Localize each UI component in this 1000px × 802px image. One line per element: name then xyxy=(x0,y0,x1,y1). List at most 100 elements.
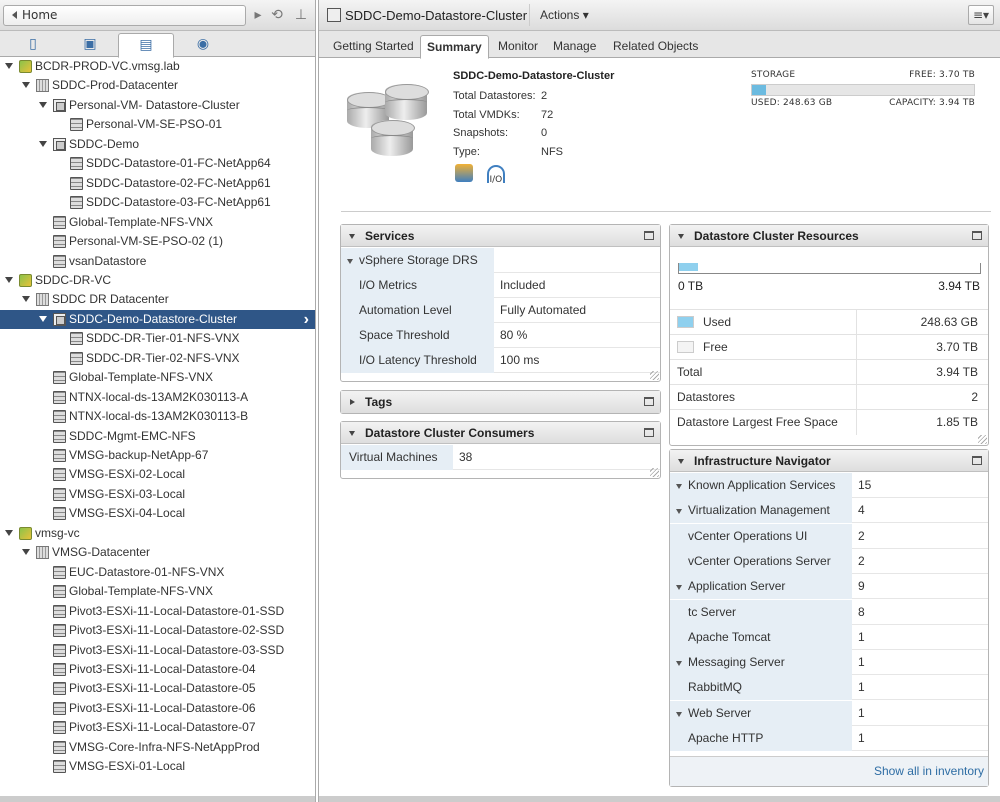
tree-node[interactable]: Pivot3-ESXi-11-Local-Datastore-02-SSD xyxy=(0,621,315,640)
datastore-icon xyxy=(53,682,66,696)
tree-node[interactable]: SDDC-DR-Tier-01-NFS-VNX xyxy=(0,329,315,348)
expand-icon[interactable] xyxy=(676,585,682,591)
tree-node[interactable]: vsanDatastore xyxy=(0,252,315,271)
resize-handle[interactable] xyxy=(650,371,659,380)
resize-handle[interactable] xyxy=(978,435,987,444)
expand-twisty-icon[interactable] xyxy=(5,63,13,69)
maximize-icon[interactable] xyxy=(972,456,982,465)
home-breadcrumb-button[interactable]: Home xyxy=(3,5,246,26)
services-header[interactable]: Services xyxy=(341,225,660,247)
services-value: 100 ms xyxy=(500,353,540,367)
tree-node[interactable]: SDDC-Datastore-01-FC-NetApp64 xyxy=(0,154,315,173)
expand-icon[interactable] xyxy=(676,661,682,667)
forward-icon[interactable]: ▸ xyxy=(249,6,267,24)
infra-row[interactable]: Virtualization Management 4 xyxy=(670,498,988,524)
infra-row[interactable]: Application Server 9 xyxy=(670,574,988,600)
actions-menu-button[interactable]: Actions ▾ xyxy=(529,4,599,26)
expand-icon[interactable] xyxy=(676,509,682,515)
consumers-value[interactable]: 38 xyxy=(453,445,472,470)
tree-node[interactable]: VMSG-ESXi-01-Local xyxy=(0,757,315,776)
tree-node[interactable]: Pivot3-ESXi-11-Local-Datastore-06 xyxy=(0,699,315,718)
maximize-icon[interactable] xyxy=(644,428,654,437)
expand-twisty-icon[interactable] xyxy=(5,276,13,283)
tree-node[interactable]: Personal-VM- Datastore-Cluster xyxy=(0,96,315,115)
tree-node[interactable]: SDDC-Datastore-03-FC-NetApp61 xyxy=(0,193,315,212)
tree-node[interactable]: SDDC-Demo-Datastore-Cluster › xyxy=(0,309,315,329)
tree-node[interactable]: Pivot3-ESXi-11-Local-Datastore-04 xyxy=(0,660,315,679)
summary-header: SDDC-Demo-Datastore-Cluster Total Datast… xyxy=(319,58,1000,208)
expand-twisty-icon[interactable] xyxy=(22,82,30,89)
tree-node[interactable]: SDDC-Prod-Datacenter xyxy=(0,76,315,95)
consumers-header[interactable]: Datastore Cluster Consumers xyxy=(341,422,660,444)
vms-templates-tab-icon[interactable]: ▣ xyxy=(62,33,118,57)
collapse-icon[interactable] xyxy=(349,234,355,239)
services-group-row[interactable]: vSphere Storage DRS xyxy=(341,248,660,273)
tree-node[interactable]: VMSG-backup-NetApp-67 xyxy=(0,446,315,465)
maximize-icon[interactable] xyxy=(972,231,982,240)
collapse-icon[interactable] xyxy=(678,234,684,239)
expand-twisty-icon[interactable] xyxy=(39,315,47,322)
tree-node[interactable]: SDDC DR Datacenter xyxy=(0,290,315,309)
tree-node[interactable]: VMSG-Datacenter xyxy=(0,543,315,562)
collapse-icon[interactable] xyxy=(678,459,684,464)
expand-twisty-icon[interactable] xyxy=(39,101,47,108)
expand-twisty-icon[interactable] xyxy=(5,529,13,536)
tab-summary[interactable]: Summary xyxy=(420,35,489,59)
tree-node[interactable]: Personal-VM-SE-PSO-02 (1) xyxy=(0,232,315,251)
history-icon[interactable]: ⟲ xyxy=(268,6,286,24)
column-separator xyxy=(856,360,857,385)
hosts-clusters-tab-icon[interactable]: ▯ xyxy=(5,33,61,57)
tree-node[interactable]: NTNX-local-ds-13AM2K030113-B xyxy=(0,407,315,426)
tree-node[interactable]: Global-Template-NFS-VNX xyxy=(0,582,315,601)
tree-node[interactable]: EUC-Datastore-01-NFS-VNX xyxy=(0,563,315,582)
tree-node[interactable]: Global-Template-NFS-VNX xyxy=(0,213,315,232)
infra-row[interactable]: Messaging Server 1 xyxy=(670,650,988,676)
resize-handle[interactable] xyxy=(650,468,659,477)
tree-node[interactable]: VMSG-ESXi-03-Local xyxy=(0,485,315,504)
tree-node[interactable]: BCDR-PROD-VC.vmsg.lab xyxy=(0,57,315,76)
pin-icon[interactable]: ⊥ xyxy=(292,6,310,24)
storage-tab-icon[interactable]: ▤ xyxy=(118,33,174,58)
tree-node[interactable]: VMSG-ESXi-04-Local xyxy=(0,504,315,523)
tree-node[interactable]: Pivot3-ESXi-11-Local-Datastore-05 xyxy=(0,679,315,698)
resources-header[interactable]: Datastore Cluster Resources xyxy=(670,225,988,247)
tree-node[interactable]: SDDC-Demo xyxy=(0,135,315,154)
maximize-icon[interactable] xyxy=(644,231,654,240)
expand-twisty-icon[interactable] xyxy=(22,296,30,303)
tree-node[interactable]: vmsg-vc xyxy=(0,524,315,543)
resources-key: Datastores xyxy=(677,390,736,404)
tree-node[interactable]: SDDC-Mgmt-EMC-NFS xyxy=(0,427,315,446)
tab-getting-started[interactable]: Getting Started xyxy=(327,37,420,58)
tree-node[interactable]: VMSG-Core-Infra-NFS-NetAppProd xyxy=(0,738,315,757)
layout-menu-icon[interactable]: ≡▾ xyxy=(968,5,994,25)
tree-node[interactable]: VMSG-ESXi-02-Local xyxy=(0,465,315,484)
infra-header[interactable]: Infrastructure Navigator xyxy=(670,450,988,472)
collapse-icon[interactable] xyxy=(349,431,355,436)
tags-header[interactable]: Tags xyxy=(341,391,660,413)
tab-manage[interactable]: Manage xyxy=(547,37,602,58)
maximize-icon[interactable] xyxy=(644,397,654,406)
tab-monitor[interactable]: Monitor xyxy=(492,37,544,58)
tree-node[interactable]: SDDC-DR-VC xyxy=(0,271,315,290)
tree-node[interactable]: SDDC-DR-Tier-02-NFS-VNX xyxy=(0,349,315,368)
infra-row[interactable]: Known Application Services 15 xyxy=(670,473,988,498)
navigator-toolbar: Home ▸ ⟲ ⊥ xyxy=(0,0,315,31)
tree-node[interactable]: NTNX-local-ds-13AM2K030113-A xyxy=(0,388,315,407)
tab-related-objects[interactable]: Related Objects xyxy=(607,37,704,58)
tree-node[interactable]: Global-Template-NFS-VNX xyxy=(0,368,315,387)
chevron-right-icon[interactable]: › xyxy=(304,310,309,329)
tree-node[interactable]: Pivot3-ESXi-11-Local-Datastore-01-SSD xyxy=(0,602,315,621)
expand-icon[interactable] xyxy=(676,484,682,489)
expand-icon[interactable] xyxy=(676,711,682,717)
tree-node[interactable]: Personal-VM-SE-PSO-01 xyxy=(0,115,315,134)
expand-icon[interactable] xyxy=(347,259,353,264)
expand-twisty-icon[interactable] xyxy=(22,549,30,556)
tree-node[interactable]: Pivot3-ESXi-11-Local-Datastore-07 xyxy=(0,718,315,737)
expand-twisty-icon[interactable] xyxy=(39,140,47,147)
show-all-in-inventory-link[interactable]: Show all in inventory xyxy=(670,756,988,786)
tree-node[interactable]: SDDC-Datastore-02-FC-NetApp61 xyxy=(0,174,315,193)
networking-tab-icon[interactable]: ◉ xyxy=(175,33,231,57)
infra-row[interactable]: Web Server 1 xyxy=(670,700,988,726)
tree-node[interactable]: Pivot3-ESXi-11-Local-Datastore-03-SSD xyxy=(0,641,315,660)
expand-icon[interactable] xyxy=(350,399,355,405)
